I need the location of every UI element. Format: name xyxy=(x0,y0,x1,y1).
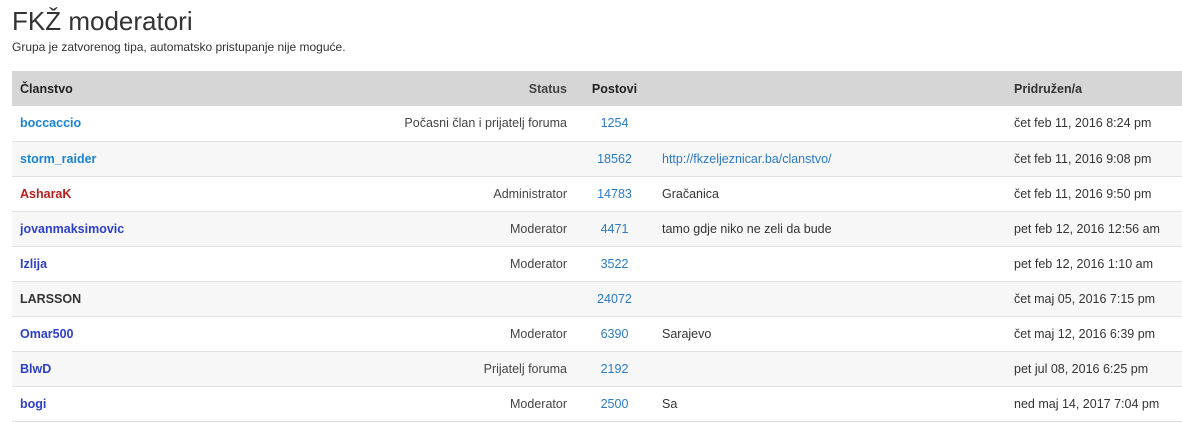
member-joined-date: pet jul 08, 2016 6:25 pm xyxy=(1014,361,1149,376)
column-header-info xyxy=(654,71,1006,106)
member-joined-date: čet maj 12, 2016 6:39 pm xyxy=(1014,326,1156,341)
member-name-link[interactable]: BlwD xyxy=(20,362,51,376)
column-header-joined[interactable]: Pridružen/a xyxy=(1006,71,1182,106)
post-count-link[interactable]: 2500 xyxy=(601,397,629,411)
member-name-link[interactable]: bogi xyxy=(20,397,46,411)
member-name-link[interactable]: boccaccio xyxy=(20,116,81,130)
members-table: Članstvo Status Postovi Pridružen/a bocc… xyxy=(12,71,1182,422)
group-page: FKŽ moderatori Grupa je zatvorenog tipa,… xyxy=(0,0,1182,422)
member-info-cell: Gračanica xyxy=(654,176,1006,211)
table-row: AsharaK Administrator 14783 Gračanica čet fe… xyxy=(12,176,1182,211)
member-info-cell: tamo gdje niko ne zeli da bude xyxy=(654,211,1006,246)
member-cell: bogi xyxy=(12,386,239,421)
member-cell: BlwD xyxy=(12,351,239,386)
member-status: Administrator xyxy=(493,186,567,201)
member-name-link[interactable]: Izlija xyxy=(20,257,47,271)
post-count-cell: 4471 xyxy=(575,211,654,246)
post-count-cell: 1254 xyxy=(575,106,654,141)
member-joined-date: čet feb 11, 2016 9:08 pm xyxy=(1014,151,1152,166)
member-cell: jovanmaksimovic xyxy=(12,211,239,246)
member-joined-date: čet feb 11, 2016 9:50 pm xyxy=(1014,186,1152,201)
member-name-link[interactable]: Omar500 xyxy=(20,327,74,341)
member-cell: LARSSON xyxy=(12,281,239,316)
member-status: Moderator xyxy=(510,326,567,341)
post-count-cell: 24072 xyxy=(575,281,654,316)
member-location: Sa xyxy=(662,396,678,411)
post-count-cell: 6390 xyxy=(575,316,654,351)
column-header-status[interactable]: Status xyxy=(239,71,575,106)
table-row: boccaccio Počasni član i prijatelj foruma… xyxy=(12,106,1182,141)
post-count-link[interactable]: 18562 xyxy=(597,152,632,166)
page-subtitle: Grupa je zatvorenog tipa, automatsko pri… xyxy=(12,40,346,54)
table-row: storm_raider 18562 http://fkzeljeznicar.ba… xyxy=(12,141,1182,176)
table-row: Izlija Moderator 3522 pet feb 12, 2016 1:10… xyxy=(12,246,1182,281)
member-cell: Omar500 xyxy=(12,316,239,351)
post-count-cell: 2192 xyxy=(575,351,654,386)
members-table-body: boccaccio Počasni član i prijatelj foruma… xyxy=(12,106,1182,421)
member-website-link[interactable]: http://fkzeljeznicar.ba/clanstvo/ xyxy=(662,152,832,166)
post-count-link[interactable]: 6390 xyxy=(601,327,629,341)
header-row: Članstvo Status Postovi Pridružen/a xyxy=(12,71,1182,106)
member-location: Gračanica xyxy=(662,186,719,201)
member-status: Moderator xyxy=(510,256,567,271)
member-info-cell xyxy=(654,351,1006,386)
table-row: LARSSON 24072 čet maj 05, 2016 7:15 pm xyxy=(12,281,1182,316)
member-joined-date: čet feb 11, 2016 8:24 pm xyxy=(1014,116,1152,131)
member-name-link[interactable]: AsharaK xyxy=(20,187,71,201)
member-status: Moderator xyxy=(510,221,567,236)
member-name-link[interactable]: storm_raider xyxy=(20,152,96,166)
page-title: FKŽ moderatori xyxy=(12,6,193,36)
table-row: jovanmaksimovic Moderator 4471 tamo gdje ni… xyxy=(12,211,1182,246)
post-count-link[interactable]: 24072 xyxy=(597,292,632,306)
member-name-link[interactable]: jovanmaksimovic xyxy=(20,222,124,236)
member-location: tamo gdje niko ne zeli da bude xyxy=(662,221,832,236)
member-info-cell xyxy=(654,246,1006,281)
member-cell: boccaccio xyxy=(12,106,239,141)
post-count-link[interactable]: 1254 xyxy=(601,116,629,130)
member-status: Moderator xyxy=(510,396,567,411)
member-info-cell: Sa xyxy=(654,386,1006,421)
member-joined-date: pet feb 12, 2016 1:10 am xyxy=(1014,256,1153,271)
member-joined-date: čet maj 05, 2016 7:15 pm xyxy=(1014,291,1156,306)
member-name-link[interactable]: LARSSON xyxy=(20,292,81,306)
member-info-cell xyxy=(654,281,1006,316)
member-location: Sarajevo xyxy=(662,326,712,341)
members-table-header: Članstvo Status Postovi Pridružen/a xyxy=(12,71,1182,106)
member-status: Počasni član i prijatelj foruma xyxy=(404,116,567,131)
post-count-cell: 14783 xyxy=(575,176,654,211)
member-cell: Izlija xyxy=(12,246,239,281)
column-header-member[interactable]: Članstvo xyxy=(12,71,239,106)
member-info-cell: Sarajevo xyxy=(654,316,1006,351)
member-info-cell xyxy=(654,106,1006,141)
post-count-link[interactable]: 14783 xyxy=(597,187,632,201)
member-cell: AsharaK xyxy=(12,176,239,211)
post-count-link[interactable]: 4471 xyxy=(601,222,629,236)
post-count-link[interactable]: 2192 xyxy=(601,362,629,376)
post-count-cell: 18562 xyxy=(575,141,654,176)
member-status xyxy=(239,281,575,316)
member-status xyxy=(239,141,575,176)
member-joined-date: pet feb 12, 2016 12:56 am xyxy=(1014,221,1160,236)
member-cell: storm_raider xyxy=(12,141,239,176)
member-status: Prijatelj foruma xyxy=(483,361,567,376)
post-count-link[interactable]: 3522 xyxy=(601,257,629,271)
table-row: bogi Moderator 2500 Sa ned maj 14, 2017 7:04… xyxy=(12,386,1182,421)
table-row: Omar500 Moderator 6390 Sarajevo čet maj 12, … xyxy=(12,316,1182,351)
member-joined-date: ned maj 14, 2017 7:04 pm xyxy=(1014,396,1160,411)
post-count-cell: 3522 xyxy=(575,246,654,281)
column-header-posts[interactable]: Postovi xyxy=(575,71,654,106)
post-count-cell: 2500 xyxy=(575,386,654,421)
member-info-cell: http://fkzeljeznicar.ba/clanstvo/ xyxy=(654,141,1006,176)
table-row: BlwD Prijatelj foruma 2192 pet jul 08, 2016… xyxy=(12,351,1182,386)
